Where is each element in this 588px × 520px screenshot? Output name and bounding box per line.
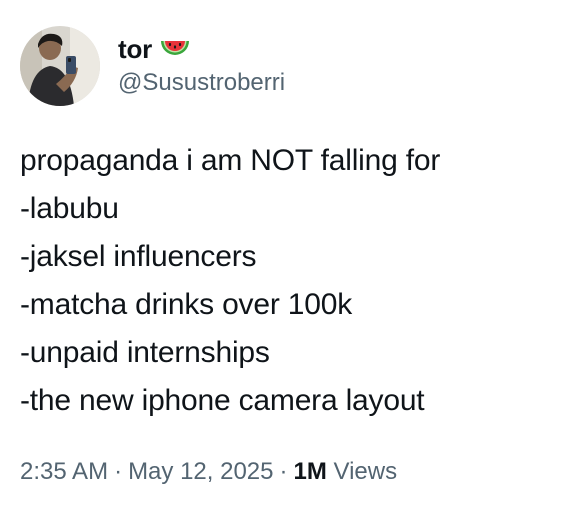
tweet-metadata: 2:35 AM · May 12, 2025 · 1M Views <box>20 456 397 488</box>
views-count[interactable]: 1M <box>294 458 327 485</box>
views-label[interactable]: Views <box>334 458 398 485</box>
tweet-line: -jaksel influencers <box>20 240 257 273</box>
avatar-photo <box>20 26 100 106</box>
author-handle[interactable]: @Susustroberri <box>118 67 285 99</box>
display-name[interactable]: tor <box>118 33 152 65</box>
tweet-line: propaganda i am NOT falling for <box>20 144 441 177</box>
tweet-line: -the new iphone camera layout <box>20 384 425 417</box>
tweet-date[interactable]: May 12, 2025 <box>128 458 273 485</box>
tweet-line: -unpaid internships <box>20 336 270 369</box>
tweet-line: -labubu <box>20 192 119 225</box>
author-info: tor @Susustroberri <box>118 33 285 99</box>
watermelon-emoji-icon <box>160 37 190 61</box>
tweet-header: tor @Susustroberri <box>20 26 285 106</box>
avatar[interactable] <box>20 26 100 106</box>
tweet-line: -matcha drinks over 100k <box>20 288 353 321</box>
tweet-time[interactable]: 2:35 AM <box>20 458 108 485</box>
separator: · <box>114 458 123 485</box>
author-name-row[interactable]: tor <box>118 33 285 65</box>
separator: · <box>279 458 288 485</box>
tweet-text: propaganda i am NOT falling for -labubu … <box>20 137 570 425</box>
tweet: tor @Susustroberri propaganda i am NOT f… <box>0 0 588 520</box>
